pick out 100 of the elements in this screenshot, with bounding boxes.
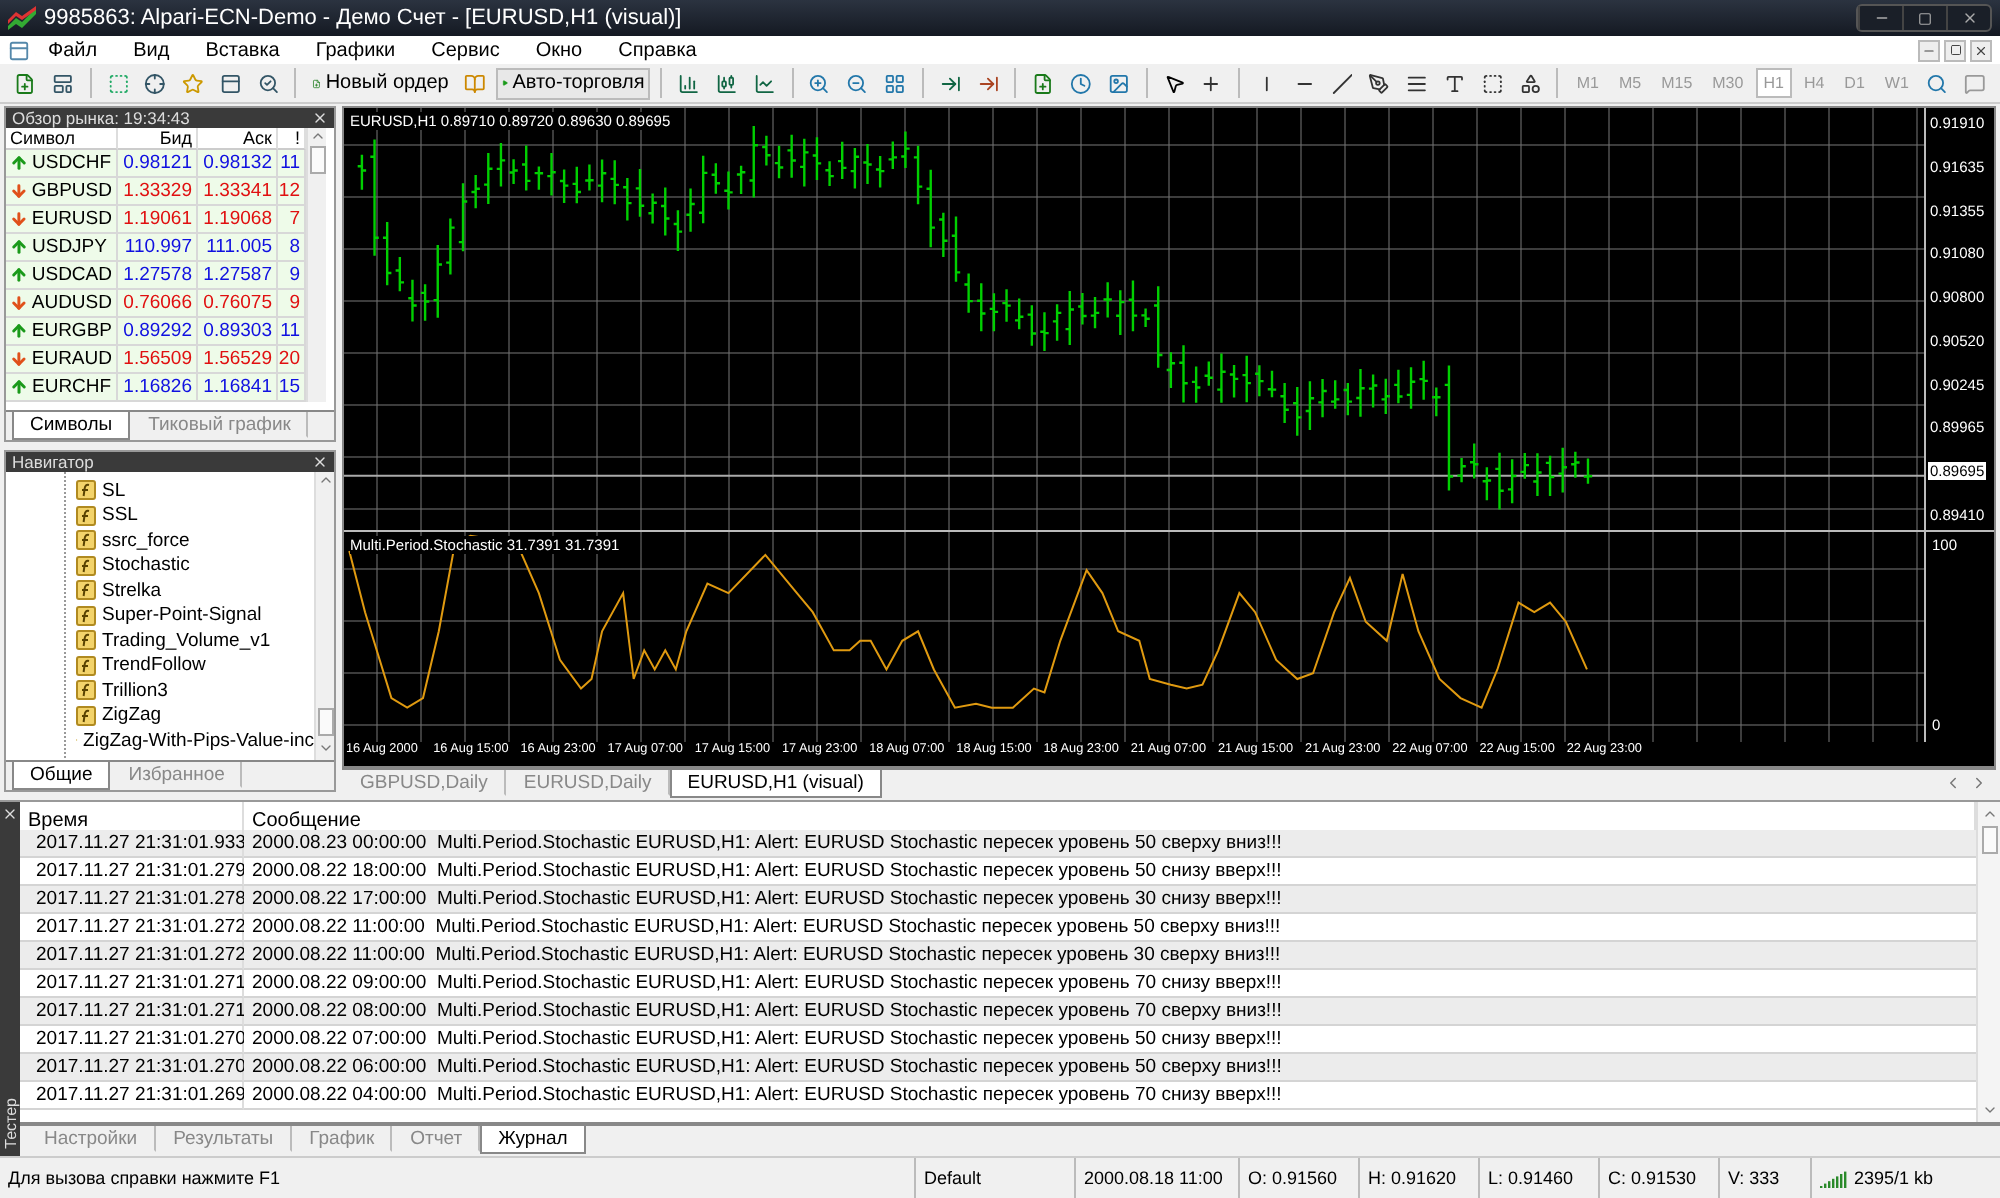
log-time: 2017.11.27 21:31:01.270	[36, 1028, 246, 1050]
close-button[interactable]	[1970, 39, 1992, 61]
scroll-up-icon[interactable]	[1981, 806, 1997, 822]
message-cell: 2000.08.22 18:00:00 Multi.Period.Stochastic EURUSD,H1: Alert: EURUSD Stochastic пересек уровень 50 снизу вверх!!!	[244, 858, 1976, 886]
ask-cell: 0.89303	[198, 318, 278, 346]
auto-trading-button[interactable]: Авто-торговля	[496, 67, 651, 99]
scroll-up-icon[interactable]	[309, 128, 325, 144]
message-cell: 2000.08.22 17:00:00 Multi.Period.Stochastic EURUSD,H1: Alert: EURUSD Stochastic пересек уровень 30 снизу вверх!!!	[244, 886, 1976, 914]
message-cell: 2000.08.22 08:00:00 Multi.Period.Stochastic EURUSD,H1: Alert: EURUSD Stochastic пересек уровень 70 сверху вниз!!!	[244, 998, 1976, 1026]
menu-item[interactable]: Графики	[297, 39, 414, 61]
scroll-left-icon[interactable]	[1944, 774, 1962, 792]
scroll-down-icon[interactable]	[317, 740, 333, 756]
scroll-down-icon[interactable]	[1981, 1102, 1997, 1118]
symbol-name: EURGBP	[31, 320, 112, 342]
close-icon[interactable]	[312, 110, 328, 126]
message-cell: 2000.08.23 00:00:00 Multi.Period.Stochastic EURUSD,H1: Alert: EURUSD Stochastic пересек уровень 50 сверху вниз!!!	[244, 830, 1976, 858]
close-icon[interactable]	[2, 806, 18, 822]
tree-item[interactable]: Super-Point-Signal	[52, 603, 314, 628]
menu-item[interactable]: Справка	[600, 39, 715, 61]
indicator-name: Super-Point-Signal	[102, 604, 262, 627]
restore-button[interactable]	[1944, 39, 1966, 61]
scroll-thumb[interactable]	[1981, 826, 1997, 854]
indicator-name: Stochastic	[102, 554, 190, 577]
tree-item[interactable]: ZigZag-With-Pips-Value-inc	[52, 728, 314, 753]
spread-cell: 9	[278, 262, 306, 290]
ask-cell: 0.98132	[198, 150, 278, 178]
message-cell: 2000.08.22 09:00:00 Multi.Period.Stochastic EURUSD,H1: Alert: EURUSD Stochastic пересек уровень 70 снизу вверх!!!	[244, 970, 1976, 998]
bid-cell: 1.16826	[118, 374, 198, 402]
close-icon[interactable]	[312, 454, 328, 470]
indicator-name: SL	[102, 479, 126, 502]
scroll-thumb[interactable]	[309, 146, 325, 174]
menu-item[interactable]: Файл	[30, 39, 116, 61]
spread-cell: 15	[278, 374, 306, 402]
status-volume: V: 333	[1718, 1158, 1810, 1198]
tree-item[interactable]: Trading_Volume_v1	[52, 628, 314, 653]
symbol-name: EURUSD	[31, 208, 112, 230]
ask-cell: 1.33341	[198, 178, 278, 206]
new-order-button[interactable]: Новый ордер	[306, 67, 455, 99]
symbol-name: USDCHF	[32, 152, 112, 174]
ask-cell: 1.27587	[198, 262, 278, 290]
window-title: 9985863: Alpari-ECN-Demo - Демо Счет - [EURUSD,H1 (visual)]	[44, 6, 684, 30]
ask-cell: 1.56529	[198, 346, 278, 374]
panel-tab[interactable]: Символы	[12, 412, 131, 440]
spread-cell: 12	[278, 178, 306, 206]
panel-title: Тестер	[1, 1097, 19, 1148]
status-low: L: 0.91460	[1478, 1158, 1598, 1198]
ask-cell: 0.76075	[198, 290, 278, 318]
bid-cell: 0.76066	[118, 290, 198, 318]
tree-item[interactable]: ZigZag	[52, 703, 314, 728]
menu-item[interactable]: Вставка	[187, 39, 298, 61]
bid-cell: 0.89292	[118, 318, 198, 346]
indicator-name: Trading_Volume_v1	[102, 629, 271, 652]
status-help: Для вызова справки нажмите F1	[6, 1166, 283, 1192]
log-time: 2017.11.27 21:31:01.270	[36, 1056, 246, 1078]
log-time: 2017.11.27 21:31:01.933	[36, 832, 246, 854]
indicator-name: ZigZag-With-Pips-Value-inc	[83, 729, 314, 752]
status-date: 2000.08.18 11:00	[1074, 1158, 1238, 1198]
menu-item[interactable]: Вид	[115, 39, 188, 61]
close-icon	[1974, 43, 1988, 57]
status-high: H: 0.91620	[1358, 1158, 1478, 1198]
bid-cell: 0.98121	[118, 150, 198, 178]
bid-cell: 1.27578	[118, 262, 198, 290]
spread-cell: 11	[278, 150, 306, 178]
symbol-name: AUDUSD	[31, 292, 112, 314]
symbol-name: USDJPY	[32, 236, 107, 258]
log-time: 2017.11.27 21:31:01.272	[36, 944, 246, 966]
panel-tab[interactable]: Общие	[12, 762, 111, 790]
bid-cell: 1.19061	[118, 206, 198, 234]
maximize-icon	[1918, 11, 1932, 25]
tree-item[interactable]: Strelka	[52, 578, 314, 603]
indicator-name: SSL	[102, 504, 138, 527]
log-time: 2017.11.27 21:31:01.271	[36, 972, 246, 994]
restore-icon	[1949, 44, 1961, 56]
document-icon	[8, 39, 30, 61]
symbol-name: GBPUSD	[31, 180, 112, 202]
scroll-up-icon[interactable]	[317, 472, 333, 488]
log-time: 2017.11.27 21:31:01.272	[36, 916, 246, 938]
tree-item[interactable]: Trillion3	[52, 678, 314, 703]
spread-cell: 7	[278, 206, 306, 234]
message-cell: 2000.08.22 07:00:00 Multi.Period.Stochastic EURUSD,H1: Alert: EURUSD Stochastic пересек уровень 50 снизу вверх!!!	[244, 1026, 1976, 1054]
ask-cell: 1.16841	[198, 374, 278, 402]
tree-item[interactable]: Stochastic	[52, 553, 314, 578]
tree-item[interactable]: SL	[52, 478, 314, 503]
message-cell: 2000.08.22 04:00:00 Multi.Period.Stochastic EURUSD,H1: Alert: EURUSD Stochastic пересек уровень 70 снизу вверх!!!	[244, 1082, 1976, 1110]
terminal-tab[interactable]: Журнал	[480, 1126, 586, 1154]
bid-cell: 1.56509	[118, 346, 198, 374]
menu-item[interactable]: Сервис	[413, 39, 518, 61]
scroll-right-icon[interactable]	[1970, 774, 1988, 792]
indicator-name: Trillion3	[102, 679, 168, 702]
message-cell: 2000.08.22 11:00:00 Multi.Period.Stochastic EURUSD,H1: Alert: EURUSD Stochastic пересек уровень 30 сверху вниз!!!	[244, 942, 1976, 970]
scroll-thumb[interactable]	[317, 708, 333, 736]
tree-item[interactable]: TrendFollow	[52, 653, 314, 678]
status-profile: Default	[914, 1158, 1074, 1198]
spread-cell: 8	[278, 234, 306, 262]
traffic-text: 2395/1 kb	[1854, 1168, 1934, 1188]
spread-cell: 9	[278, 290, 306, 318]
menu-item[interactable]: Окно	[517, 39, 601, 61]
tree-item[interactable]: SSL	[52, 503, 314, 528]
chart-tab[interactable]: EURUSD,H1 (visual)	[669, 770, 882, 798]
tree-item[interactable]: ssrc_force	[52, 528, 314, 553]
